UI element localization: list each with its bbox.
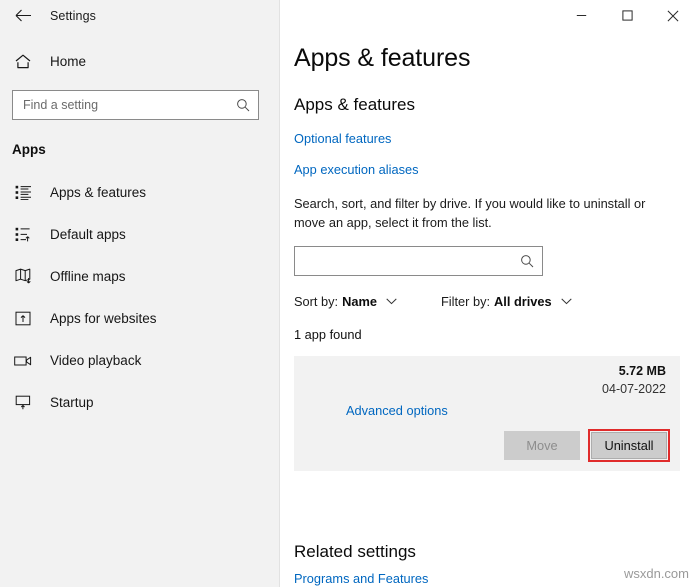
close-button[interactable] bbox=[650, 0, 689, 31]
programs-and-features-link[interactable]: Programs and Features bbox=[294, 571, 428, 586]
app-install-date: 04-07-2022 bbox=[602, 382, 666, 396]
chevron-down-icon bbox=[386, 296, 397, 307]
find-a-setting-input[interactable] bbox=[23, 98, 235, 112]
sidebar-group-title: Apps bbox=[0, 142, 279, 157]
uninstall-button-highlight: Uninstall bbox=[588, 429, 670, 462]
app-execution-aliases-link[interactable]: App execution aliases bbox=[294, 162, 419, 177]
filter-by-label: Filter by: bbox=[441, 294, 490, 309]
page-title: Apps & features bbox=[294, 44, 680, 73]
optional-features-link[interactable]: Optional features bbox=[294, 131, 391, 146]
window-arrow-icon bbox=[12, 307, 34, 329]
sidebar-item-home[interactable]: Home bbox=[0, 46, 279, 76]
sort-by-value: Name bbox=[342, 294, 377, 309]
sidebar-item-startup[interactable]: Startup bbox=[0, 381, 279, 423]
sidebar-item-home-label: Home bbox=[50, 54, 86, 69]
find-a-setting-box[interactable] bbox=[12, 90, 259, 120]
uninstall-button[interactable]: Uninstall bbox=[591, 432, 667, 459]
chevron-down-icon bbox=[561, 296, 572, 307]
settings-window: Settings Home Apps bbox=[0, 0, 689, 587]
list-icon bbox=[12, 181, 34, 203]
section-heading: Apps & features bbox=[294, 95, 680, 115]
sidebar-item-offline-maps-label: Offline maps bbox=[50, 269, 126, 284]
window-controls bbox=[280, 0, 689, 31]
app-action-buttons: Move Uninstall bbox=[504, 429, 670, 462]
window-title: Settings bbox=[50, 9, 96, 23]
app-size: 5.72 MB bbox=[619, 364, 666, 378]
sidebar: Settings Home Apps bbox=[0, 0, 280, 587]
related-settings-heading: Related settings bbox=[294, 542, 416, 562]
advanced-options-link[interactable]: Advanced options bbox=[346, 403, 448, 418]
sidebar-nav-list: Apps & features Default apps bbox=[0, 171, 279, 423]
app-list-item[interactable]: 5.72 MB 04-07-2022 Advanced options Move… bbox=[294, 356, 680, 471]
home-icon bbox=[12, 50, 34, 72]
sidebar-item-apps-features[interactable]: Apps & features bbox=[0, 171, 279, 213]
app-search-box[interactable] bbox=[294, 246, 543, 276]
map-download-icon bbox=[12, 265, 34, 287]
video-camera-icon bbox=[12, 349, 34, 371]
sort-by-label: Sort by: bbox=[294, 294, 338, 309]
main-content: Apps & features Apps & features Optional… bbox=[280, 44, 689, 471]
sidebar-item-offline-maps[interactable]: Offline maps bbox=[0, 255, 279, 297]
window-titlebar-left: Settings bbox=[0, 0, 279, 31]
search-icon[interactable] bbox=[519, 254, 534, 269]
filter-by-dropdown[interactable]: Filter by: All drives bbox=[441, 294, 572, 309]
sidebar-item-startup-label: Startup bbox=[50, 395, 94, 410]
app-search-input[interactable] bbox=[305, 254, 519, 268]
monitor-arrow-icon bbox=[12, 391, 34, 413]
sidebar-item-apps-features-label: Apps & features bbox=[50, 185, 146, 200]
sidebar-item-apps-for-websites[interactable]: Apps for websites bbox=[0, 297, 279, 339]
back-arrow-icon[interactable] bbox=[10, 3, 36, 29]
watermark: wsxdn.com bbox=[624, 566, 689, 581]
sidebar-item-default-apps[interactable]: Default apps bbox=[0, 213, 279, 255]
app-count-text: 1 app found bbox=[294, 327, 680, 342]
filters-row: Sort by: Name Filter by: All drives bbox=[294, 294, 680, 309]
maximize-button[interactable] bbox=[604, 0, 650, 31]
description-text: Search, sort, and filter by drive. If yo… bbox=[294, 195, 672, 232]
search-icon[interactable] bbox=[235, 98, 250, 113]
move-button: Move bbox=[504, 431, 580, 460]
sort-by-dropdown[interactable]: Sort by: Name bbox=[294, 294, 397, 309]
sidebar-item-apps-for-websites-label: Apps for websites bbox=[50, 311, 157, 326]
sidebar-item-video-playback-label: Video playback bbox=[50, 353, 141, 368]
sidebar-item-default-apps-label: Default apps bbox=[50, 227, 126, 242]
list-arrow-icon bbox=[12, 223, 34, 245]
filter-by-value: All drives bbox=[494, 294, 552, 309]
main-panel: Apps & features Apps & features Optional… bbox=[280, 0, 689, 587]
minimize-button[interactable] bbox=[558, 0, 604, 31]
sidebar-item-video-playback[interactable]: Video playback bbox=[0, 339, 279, 381]
